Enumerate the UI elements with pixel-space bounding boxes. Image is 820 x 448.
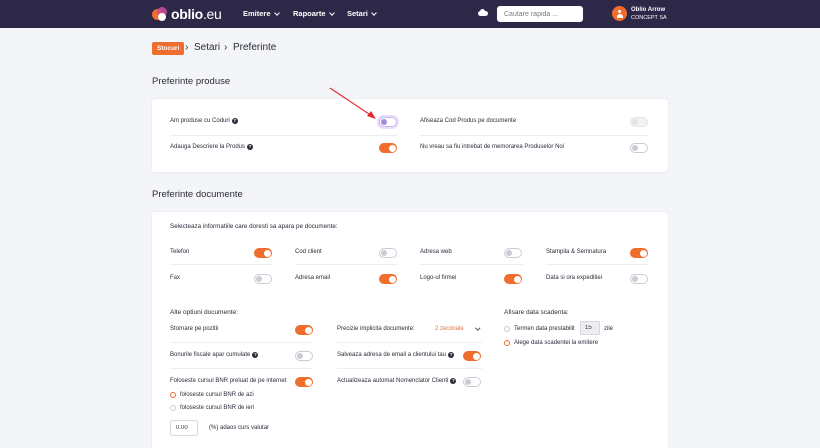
user-company: CONCEPT SA xyxy=(631,15,667,21)
nav-rapoarte-label: Rapoarte xyxy=(293,9,326,18)
field-label-adresa-email: Adresa email xyxy=(295,275,331,281)
page-title: Preferinte xyxy=(233,42,277,53)
radio-bnr-azi[interactable] xyxy=(170,392,176,398)
divider xyxy=(170,368,313,369)
toggle-product-codes[interactable] xyxy=(379,117,397,127)
field-label-adresa-web: Adresa web xyxy=(420,249,452,255)
help-icon[interactable]: ? xyxy=(252,352,259,358)
surcharge-input[interactable] xyxy=(170,420,198,436)
toggle-logo[interactable] xyxy=(504,274,522,284)
toggle-save-email[interactable] xyxy=(463,351,481,361)
breadcrumb-separator: › xyxy=(224,42,228,53)
field-label-cod-client: Cod client xyxy=(295,249,322,255)
term-days-input[interactable] xyxy=(580,321,600,335)
precision-label: Precizie implicita documente: xyxy=(337,326,415,332)
radio-label-choose-due-date: Alege data scadentei la emitere xyxy=(514,340,599,346)
brand-suffix: .eu xyxy=(202,6,222,22)
option-label-stornare: Stornare pe pozitii xyxy=(170,326,219,332)
nav-rapoarte[interactable]: Rapoarte xyxy=(293,9,335,18)
nav-emitere[interactable]: Emitere xyxy=(243,9,280,18)
divider xyxy=(546,264,649,265)
quick-search-input[interactable] xyxy=(497,6,583,22)
toggle-data-expeditie[interactable] xyxy=(630,274,648,284)
toggle-stornare[interactable] xyxy=(295,325,313,335)
field-label-fax: Fax xyxy=(170,275,181,281)
help-icon[interactable]: ? xyxy=(247,144,254,150)
precision-select[interactable]: 2 zecimale xyxy=(435,326,464,332)
surcharge-label: (%) adaos curs valutar xyxy=(209,425,270,431)
cloud-icon[interactable] xyxy=(478,9,488,16)
breadcrumb-setari[interactable]: Setari xyxy=(194,42,220,53)
toggle-stampila[interactable] xyxy=(630,248,648,258)
option-label-product-description: Adauga Descriere la Produs? xyxy=(170,144,254,150)
nav-setari-label: Setari xyxy=(347,9,368,18)
brand-logo[interactable]: oblio.eu xyxy=(152,5,222,23)
divider xyxy=(420,264,523,265)
user-icon xyxy=(616,9,623,18)
radio-choose-due-date[interactable] xyxy=(504,340,510,346)
toggle-adresa-email[interactable] xyxy=(379,274,397,284)
option-label-save-email: Salveaza adresa de email a clientului ta… xyxy=(337,352,455,358)
toggle-telefon[interactable] xyxy=(254,248,272,258)
divider xyxy=(420,135,648,136)
help-icon[interactable]: ? xyxy=(448,352,455,358)
due-date-title: Afisare data scadenta: xyxy=(504,309,569,316)
divider xyxy=(170,135,398,136)
documents-subtitle: Selecteaza informatiile care doresti sa … xyxy=(170,223,338,230)
divider xyxy=(337,368,482,369)
toggle-bonuri-cumulate[interactable] xyxy=(295,351,313,361)
breadcrumb-separator: › xyxy=(185,42,189,53)
divider xyxy=(295,264,398,265)
radio-label-bnr-azi: foloseste cursul BNR de azi xyxy=(180,392,254,398)
help-icon[interactable]: ? xyxy=(231,118,238,124)
option-label-no-new-products-prompt: Nu vreau sa fiu intrebat de memorarea Pr… xyxy=(420,144,565,150)
brand-name: oblio xyxy=(171,6,203,22)
toggle-no-new-products-prompt[interactable] xyxy=(630,143,648,153)
toggle-show-product-code[interactable] xyxy=(630,117,648,127)
other-options-title: Alte optiuni documente: xyxy=(170,309,238,316)
toggle-nomenclator[interactable] xyxy=(463,377,481,387)
radio-label-term-default: Termen data prestabilit xyxy=(514,326,575,332)
divider xyxy=(170,342,313,343)
option-label-show-product-code: Afiseaza Cod Produs pe documente xyxy=(420,118,517,124)
toggle-adresa-web[interactable] xyxy=(504,248,522,258)
field-label-logo: Logo-ul firmei xyxy=(420,275,457,281)
option-label-bonuri-cumulate: Bonurile fiscale apar cumulate? xyxy=(170,352,259,358)
user-name[interactable]: Oblio Arrow xyxy=(631,7,665,13)
chevron-down-icon xyxy=(371,9,377,16)
field-label-telefon: Telefon xyxy=(170,249,190,255)
radio-term-default[interactable] xyxy=(504,326,510,332)
option-label-product-codes: Am produse cu Coduri? xyxy=(170,118,238,124)
avatar[interactable] xyxy=(612,6,627,21)
divider xyxy=(170,264,273,265)
option-label-curs-bnr: Foloseste cursul BNR preluat de pe inter… xyxy=(170,378,287,384)
nav-emitere-label: Emitere xyxy=(243,9,271,18)
logo-mark-icon xyxy=(152,6,168,22)
breadcrumb-badge-stocuri[interactable]: Stocuri xyxy=(152,42,185,55)
toggle-product-description[interactable] xyxy=(379,143,397,153)
field-label-data-expeditie: Data si ora expeditiei xyxy=(546,275,603,281)
option-label-nomenclator: Actualizeaza automat Nomenclator Clienti… xyxy=(337,378,457,384)
section-title-documents: Preferinte documente xyxy=(152,189,243,200)
radio-label-bnr-ieri: foloseste cursul BNR de ieri xyxy=(180,405,255,411)
toggle-fax[interactable] xyxy=(254,274,272,284)
field-label-stampila: Stampila & Semnatura xyxy=(546,249,607,255)
radio-bnr-ieri[interactable] xyxy=(170,405,176,411)
top-navbar: oblio.eu Emitere Rapoarte Setari Oblio A… xyxy=(0,0,820,28)
term-days-unit: zile xyxy=(604,326,614,332)
nav-setari[interactable]: Setari xyxy=(347,9,377,18)
divider xyxy=(337,342,482,343)
help-icon[interactable]: ? xyxy=(450,378,457,384)
chevron-down-icon xyxy=(273,9,280,16)
chevron-down-icon xyxy=(328,9,335,16)
section-title-products: Preferinte produse xyxy=(152,76,231,87)
toggle-curs-bnr[interactable] xyxy=(295,377,313,387)
toggle-cod-client[interactable] xyxy=(379,248,397,258)
